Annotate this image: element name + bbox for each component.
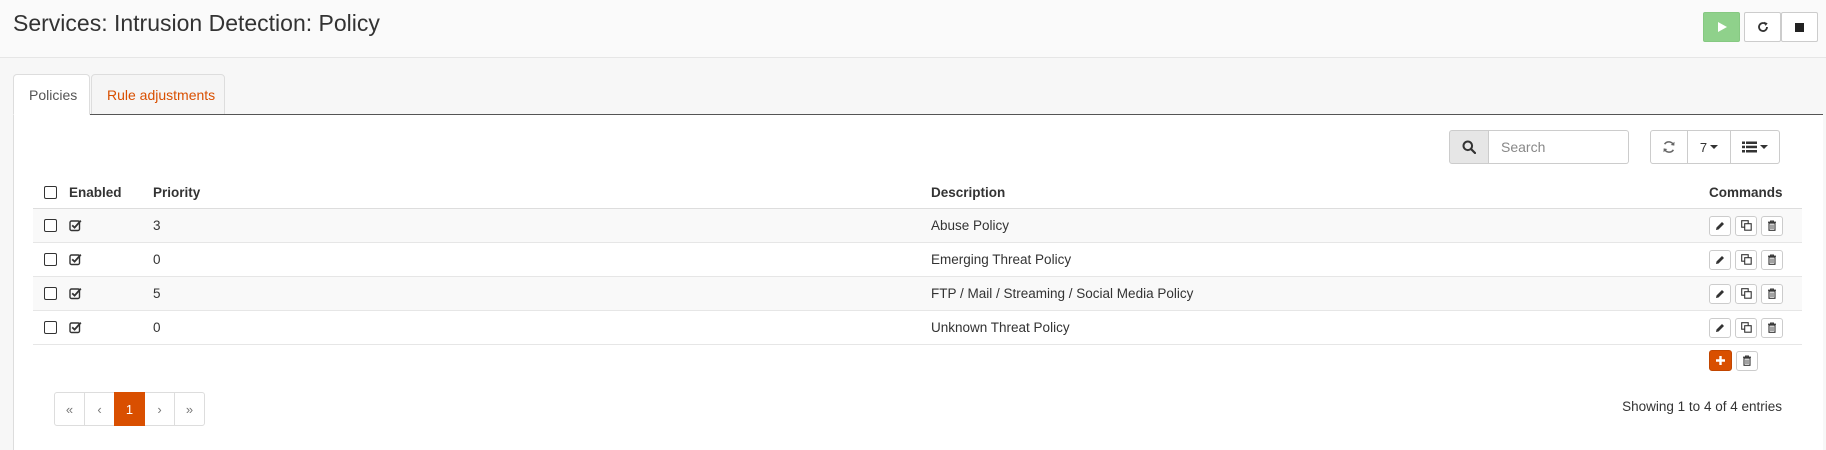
add-policy-button[interactable]: [1709, 350, 1732, 371]
grid-header-row: Enabled Priority Description Commands: [33, 176, 1802, 209]
table-row: 5 FTP / Mail / Streaming / Social Media …: [33, 277, 1802, 311]
row-select-cell: [44, 243, 57, 276]
page-title: Services: Intrusion Detection: Policy: [13, 10, 380, 36]
last-page-button[interactable]: »: [174, 392, 205, 426]
start-service-button[interactable]: [1703, 12, 1740, 42]
rows-per-page-dropdown[interactable]: 7: [1687, 130, 1731, 164]
play-icon: [1717, 22, 1727, 32]
commands-cell: [1709, 243, 1787, 276]
commands-cell: [1709, 311, 1787, 344]
trash-icon: [1768, 322, 1776, 333]
caret-down-icon: [1760, 145, 1768, 149]
edit-button[interactable]: [1709, 215, 1731, 236]
clone-button[interactable]: [1735, 249, 1757, 270]
page-header: Services: Intrusion Detection: Policy: [0, 0, 1826, 58]
row-select-cell: [44, 209, 57, 242]
row-select-checkbox[interactable]: [44, 321, 57, 334]
priority-cell: 3: [153, 218, 161, 233]
search-box: [1449, 130, 1629, 164]
plus-icon: [1716, 356, 1725, 365]
enabled-cell: [69, 243, 82, 276]
policy-grid: Enabled Priority Description Commands 3 …: [33, 176, 1802, 345]
table-row: 0 Unknown Threat Policy: [33, 311, 1802, 345]
copy-icon: [1740, 254, 1752, 265]
enabled-cell: [69, 311, 82, 344]
stop-icon: [1795, 22, 1804, 32]
copy-icon: [1740, 322, 1752, 333]
column-header-description[interactable]: Description: [931, 176, 1005, 208]
check-square-icon[interactable]: [69, 253, 82, 266]
check-square-icon[interactable]: [69, 321, 82, 334]
pencil-icon: [1716, 289, 1724, 298]
stop-service-button[interactable]: [1781, 12, 1818, 42]
edit-button[interactable]: [1709, 317, 1731, 338]
delete-button[interactable]: [1761, 317, 1783, 338]
search-input[interactable]: [1489, 130, 1629, 164]
check-square-icon[interactable]: [69, 287, 82, 300]
refresh-icon: [1757, 21, 1768, 32]
table-row: 3 Abuse Policy: [33, 209, 1802, 243]
pencil-icon: [1716, 323, 1724, 332]
column-header-priority[interactable]: Priority: [153, 176, 200, 208]
trash-icon: [1768, 288, 1776, 299]
rows-per-page-value: 7: [1699, 139, 1708, 155]
tab-policies[interactable]: Policies: [13, 74, 90, 115]
edit-button[interactable]: [1709, 249, 1731, 270]
row-select-cell: [44, 311, 57, 344]
copy-icon: [1740, 288, 1752, 299]
delete-selected-button[interactable]: [1736, 350, 1758, 371]
delete-button[interactable]: [1761, 249, 1783, 270]
row-select-checkbox[interactable]: [44, 219, 57, 232]
clone-button[interactable]: [1735, 215, 1757, 236]
column-header-commands: Commands: [1709, 184, 1783, 200]
description-cell: FTP / Mail / Streaming / Social Media Po…: [931, 286, 1194, 301]
check-square-icon[interactable]: [69, 219, 82, 232]
column-selection-dropdown[interactable]: [1730, 130, 1780, 164]
description-cell: Abuse Policy: [931, 218, 1010, 233]
grid-toolbar: 7: [1650, 130, 1780, 164]
search-addon[interactable]: [1449, 130, 1489, 164]
select-all-cell: [44, 176, 57, 208]
pagination-info: Showing 1 to 4 of 4 entries: [1622, 399, 1782, 414]
current-page-button[interactable]: 1: [114, 392, 145, 426]
grid-footer-actions: [1709, 350, 1762, 371]
refresh-icon: [1663, 141, 1675, 153]
trash-icon: [1768, 254, 1776, 265]
priority-cell: 0: [153, 252, 161, 267]
delete-button[interactable]: [1761, 283, 1783, 304]
trash-icon: [1743, 355, 1751, 366]
next-page-button[interactable]: ›: [144, 392, 175, 426]
pagination: « ‹ 1 › »: [54, 392, 205, 426]
restart-service-button[interactable]: [1744, 12, 1781, 42]
commands-cell: [1709, 277, 1787, 310]
enabled-cell: [69, 209, 82, 242]
row-select-checkbox[interactable]: [44, 287, 57, 300]
edit-button[interactable]: [1709, 283, 1731, 304]
pencil-icon: [1716, 255, 1724, 264]
description-cell: Unknown Threat Policy: [931, 320, 1070, 335]
select-all-checkbox[interactable]: [44, 185, 57, 199]
first-page-button[interactable]: «: [54, 392, 85, 426]
search-icon: [1462, 140, 1476, 154]
commands-cell: [1709, 209, 1787, 242]
columns-list-icon: [1742, 141, 1757, 153]
row-select-checkbox[interactable]: [44, 253, 57, 266]
priority-cell: 5: [153, 286, 161, 301]
row-select-cell: [44, 277, 57, 310]
delete-button[interactable]: [1761, 215, 1783, 236]
copy-icon: [1740, 220, 1752, 231]
clone-button[interactable]: [1735, 317, 1757, 338]
table-row: 0 Emerging Threat Policy: [33, 243, 1802, 277]
clone-button[interactable]: [1735, 283, 1757, 304]
pencil-icon: [1716, 221, 1724, 230]
previous-page-button[interactable]: ‹: [84, 392, 115, 426]
enabled-cell: [69, 277, 82, 310]
trash-icon: [1768, 220, 1776, 231]
column-header-enabled[interactable]: Enabled: [69, 176, 122, 208]
priority-cell: 0: [153, 320, 161, 335]
caret-down-icon: [1710, 145, 1719, 149]
description-cell: Emerging Threat Policy: [931, 252, 1072, 267]
refresh-grid-button[interactable]: [1650, 130, 1688, 164]
tab-rule-adjustments[interactable]: Rule adjustments: [91, 74, 225, 115]
